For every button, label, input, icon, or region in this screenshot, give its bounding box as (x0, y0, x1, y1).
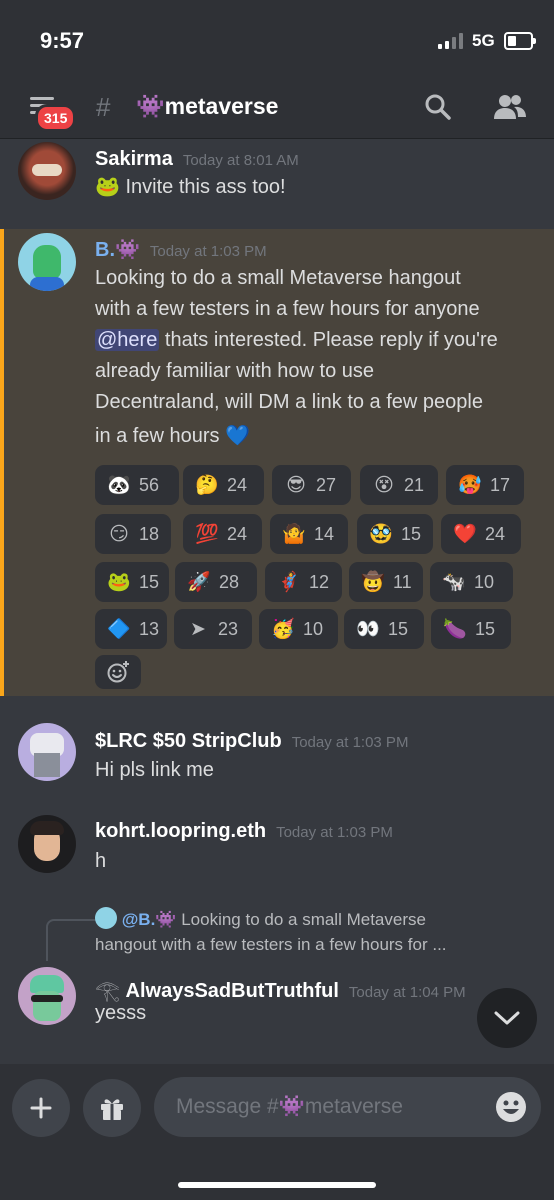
message-input-placeholder: Message #👾metaverse (176, 1095, 403, 1118)
timestamp: Today at 1:03 PM (149, 243, 267, 260)
message-text: 🐸 Invite this ass too! (95, 176, 286, 198)
message-sakirma[interactable]: Sakirma Today at 8:01 AM 🐸 Invite this as… (0, 140, 554, 229)
avatar[interactable] (18, 967, 76, 1025)
username[interactable]: kohrt.loopring.eth Today at 1:03 PM (95, 820, 393, 843)
battery-icon (504, 32, 536, 50)
mention-badge: 315 (35, 104, 77, 132)
clock: 9:57 (40, 28, 85, 53)
reaction-chip[interactable]: 🦸 12 (265, 562, 342, 602)
username[interactable]: $LRC $50 StripClub Today at 1:03 PM (95, 730, 408, 753)
network-type: 5G (472, 31, 495, 50)
timestamp: Today at 8:01 AM (182, 152, 299, 169)
timestamp: Today at 1:03 PM (276, 824, 393, 841)
reaction-chip[interactable]: 👀 15 (344, 609, 424, 649)
reaction-chip[interactable]: 🤔 24 (183, 465, 264, 505)
reply-username: @B.👾 (121, 910, 177, 929)
jump-to-present-button[interactable] (477, 988, 537, 1048)
avatar[interactable] (18, 233, 76, 291)
reaction-chip[interactable]: 🤠 11 (349, 562, 423, 602)
reaction-chip[interactable]: ➤ 23 (174, 609, 252, 649)
message-kohrt[interactable]: kohrt.loopring.eth Today at 1:03 PM h (0, 812, 554, 892)
reaction-chip[interactable]: 💯 24 (183, 514, 262, 554)
reaction-chip[interactable]: 😵 21 (360, 465, 438, 505)
plus-icon (30, 1097, 52, 1119)
reaction-chip[interactable]: ❤️ 24 (441, 514, 521, 554)
message-composer: Message #👾metaverse (0, 1064, 554, 1200)
channel-header: 315 # 👾metaverse (0, 78, 554, 139)
reaction-chip[interactable]: 🤷 14 (270, 514, 348, 554)
chevron-down-icon (494, 1011, 520, 1025)
reply-preview[interactable]: @B.👾 Looking to do a small Metaverse han… (95, 907, 545, 957)
reply-avatar (95, 907, 117, 929)
message-text: h (95, 850, 107, 872)
channel-title: 👾metaverse (136, 93, 278, 120)
here-mention[interactable]: @here (95, 329, 160, 351)
reaction-chip[interactable]: 🍆 15 (431, 609, 511, 649)
channel-emoji: 👾 (136, 93, 165, 119)
reaction-chip[interactable]: 😎 27 (272, 465, 351, 505)
add-attachment-button[interactable] (12, 1079, 70, 1137)
reaction-chip[interactable]: 🚀 28 (175, 562, 257, 602)
message-lrc[interactable]: $LRC $50 StripClub Today at 1:03 PM Hi pl… (0, 720, 554, 800)
members-icon[interactable] (492, 92, 528, 122)
username[interactable]: Sakirma Today at 8:01 AM (95, 148, 299, 171)
timestamp: Today at 1:03 PM (291, 734, 409, 751)
username[interactable]: B.👾 Today at 1:03 PM (95, 237, 267, 262)
avatar[interactable] (18, 142, 76, 200)
status-bar: 9:57 5G (0, 0, 554, 78)
reaction-chip[interactable]: 🥸 15 (357, 514, 433, 554)
add-reaction-icon (107, 661, 129, 683)
message-text: Looking to do a small Metaverse hangout … (95, 267, 498, 447)
reaction-chip[interactable]: 🐼 56 (95, 465, 179, 505)
reaction-chip[interactable]: 🥵 17 (446, 465, 524, 505)
channel-name: metaverse (164, 93, 279, 119)
reaction-chip[interactable]: 🥳 10 (259, 609, 338, 649)
avatar[interactable] (18, 815, 76, 873)
message-text: yesss (95, 1002, 147, 1024)
reaction-chip[interactable]: 🔷 13 (95, 609, 167, 649)
message-alwayssad[interactable]: @B.👾 Looking to do a small Metaverse han… (0, 905, 554, 1055)
gift-icon (101, 1099, 123, 1120)
channel-hash-icon: # (96, 92, 111, 122)
reaction-chip[interactable]: 🐸 15 (95, 562, 169, 602)
search-icon[interactable] (424, 93, 452, 121)
reaction-chip[interactable]: 🐄 10 (430, 562, 513, 602)
signal-icon (438, 33, 463, 49)
message-input[interactable]: Message #👾metaverse (154, 1077, 541, 1137)
emoji-icon[interactable] (495, 1091, 527, 1123)
message-text: Hi pls link me (95, 759, 214, 781)
gift-button[interactable] (83, 1079, 141, 1137)
add-reaction-button[interactable] (95, 655, 141, 689)
reaction-chip[interactable]: 😏 18 (95, 514, 171, 554)
avatar[interactable] (18, 723, 76, 781)
home-indicator (178, 1182, 376, 1188)
